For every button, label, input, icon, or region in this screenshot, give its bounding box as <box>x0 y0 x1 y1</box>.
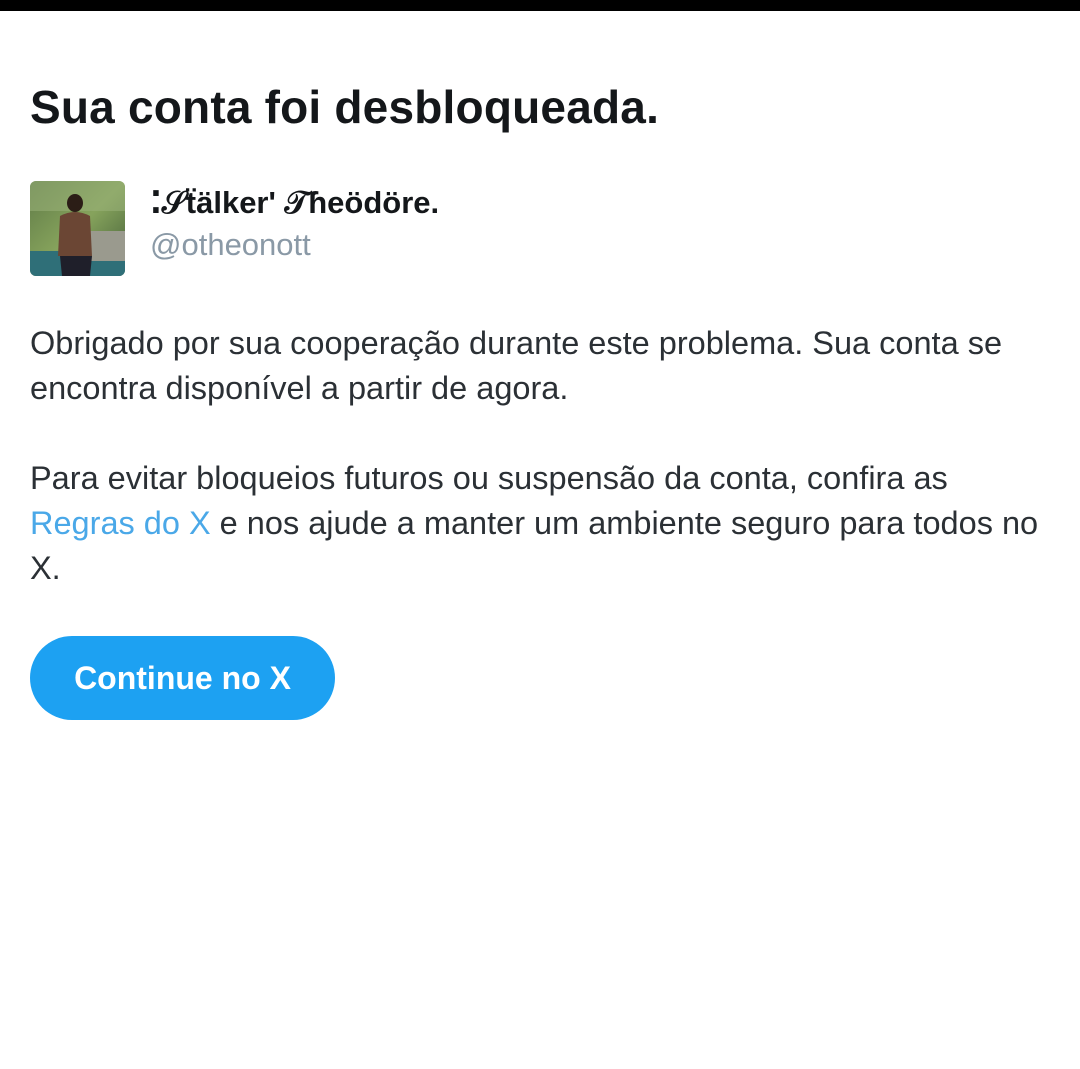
profile-photo-icon <box>30 181 125 276</box>
rules-link[interactable]: Regras do X <box>30 505 211 541</box>
user-handle: @otheonott <box>150 227 311 262</box>
avatar <box>30 181 125 276</box>
rules-message: Para evitar bloqueios futuros ou suspens… <box>30 456 1050 591</box>
continue-button[interactable]: Continue no X <box>30 636 335 720</box>
display-name: ⁚𝒮ẗälker' 𝒯ɦeödöre. <box>150 185 440 220</box>
page-title: Sua conta foi desbloqueada. <box>30 81 660 133</box>
user-card: ⁚𝒮ẗälker' 𝒯ɦeödöre. @otheonott <box>30 181 730 277</box>
rules-message-intro: Para evitar bloqueios futuros ou suspens… <box>30 460 948 496</box>
thank-you-message: Obrigado por sua cooperação durante este… <box>30 325 1003 406</box>
top-status-bar <box>0 0 1080 11</box>
